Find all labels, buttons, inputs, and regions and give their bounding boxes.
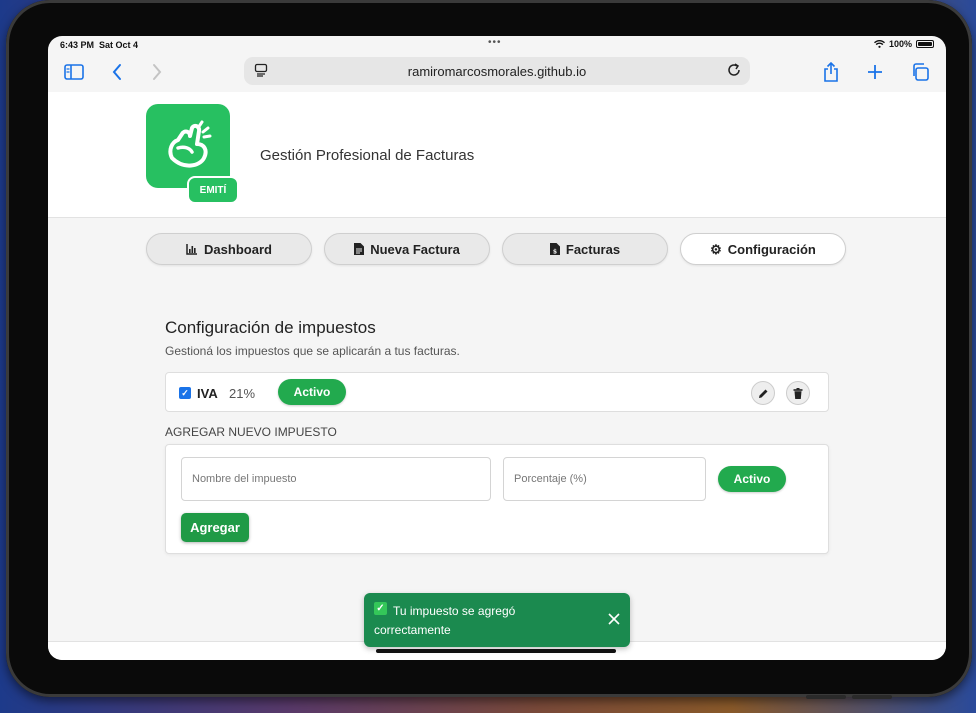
pencil-icon xyxy=(758,389,767,398)
tax-checkbox[interactable]: ✓ xyxy=(179,387,191,399)
toast-message: Tu impuesto se agregó correctamente xyxy=(374,604,516,637)
volume-button-2 xyxy=(852,695,892,699)
address-bar[interactable]: ramiromarcosmorales.github.io xyxy=(244,57,750,85)
battery-percent: 100% xyxy=(888,39,912,49)
home-indicator[interactable] xyxy=(376,649,616,653)
nav-configuracion-button[interactable]: ⚙ Configuración xyxy=(680,233,846,265)
battery-icon xyxy=(916,40,934,48)
close-icon[interactable] xyxy=(606,611,622,627)
screen: 6:43 PM Sat Oct 4 ••• 100% ramiromarcosm… xyxy=(48,36,946,660)
nav-nueva-factura-button[interactable]: Nueva Factura xyxy=(324,233,490,265)
tax-percent: 21% xyxy=(229,386,256,401)
logo-badge: EMITÍ xyxy=(187,176,239,204)
forward-icon[interactable] xyxy=(145,60,169,84)
nav-label: Facturas xyxy=(565,241,621,257)
tax-name-input[interactable] xyxy=(181,457,491,501)
add-tax-button[interactable]: Agregar xyxy=(181,513,249,542)
delete-tax-button[interactable] xyxy=(786,381,810,405)
svg-text:$: $ xyxy=(553,249,557,256)
status-bar: 6:43 PM Sat Oct 4 ••• 100% xyxy=(48,36,946,54)
new-tab-icon[interactable] xyxy=(863,60,887,84)
gear-icon: ⚙ xyxy=(710,241,722,257)
chart-icon xyxy=(186,244,198,255)
back-icon[interactable] xyxy=(105,60,129,84)
nav-dashboard-button[interactable]: Dashboard xyxy=(146,233,312,265)
volume-button xyxy=(806,695,846,699)
site-header: EMITÍ Gestión Profesional de Facturas xyxy=(48,92,946,218)
reload-icon[interactable] xyxy=(726,62,742,81)
nav-facturas-button[interactable]: $ Facturas xyxy=(502,233,668,265)
ipad-frame: 6:43 PM Sat Oct 4 ••• 100% ramiromarcosm… xyxy=(6,0,972,699)
page-menu-icon[interactable] xyxy=(254,63,268,80)
status-right: 100% xyxy=(873,39,934,49)
tax-percent-input[interactable] xyxy=(503,457,706,501)
share-icon[interactable] xyxy=(819,60,843,84)
tax-status-toggle[interactable]: Activo xyxy=(278,379,346,405)
multitask-dots-icon[interactable]: ••• xyxy=(488,37,502,48)
section-subtitle: Gestioná los impuestos que se aplicarán … xyxy=(165,344,460,358)
nav-label: Nueva Factura xyxy=(370,241,460,257)
tabs-icon[interactable] xyxy=(908,60,932,84)
wifi-icon xyxy=(873,40,885,48)
main-nav: Dashboard Nueva Factura $ Facturas ⚙ Con… xyxy=(146,233,848,265)
document-icon xyxy=(354,243,365,255)
section-title: Configuración de impuestos xyxy=(165,318,376,337)
url-text: ramiromarcosmorales.github.io xyxy=(407,63,587,79)
trash-icon xyxy=(793,387,803,399)
add-tax-form: Activo Agregar xyxy=(165,444,829,554)
add-tax-label: AGREGAR NUEVO IMPUESTO xyxy=(165,425,337,439)
browser-toolbar: ramiromarcosmorales.github.io xyxy=(48,54,946,92)
status-time: 6:43 PM Sat Oct 4 xyxy=(60,40,139,50)
nav-label: Configuración xyxy=(727,241,816,257)
tax-name: IVA xyxy=(197,386,218,401)
receipt-icon: $ xyxy=(549,243,560,256)
nav-label: Dashboard xyxy=(204,241,272,257)
web-content: EMITÍ Gestión Profesional de Facturas Da… xyxy=(48,92,946,660)
new-tax-status-toggle[interactable]: Activo xyxy=(718,466,786,492)
success-toast: ✓ Tu impuesto se agregó correctamente xyxy=(364,593,630,647)
sidebar-icon[interactable] xyxy=(62,60,86,84)
edit-tax-button[interactable] xyxy=(751,381,775,405)
site-tagline: Gestión Profesional de Facturas xyxy=(260,147,475,164)
tax-row: ✓ IVA 21% Activo xyxy=(165,372,829,412)
